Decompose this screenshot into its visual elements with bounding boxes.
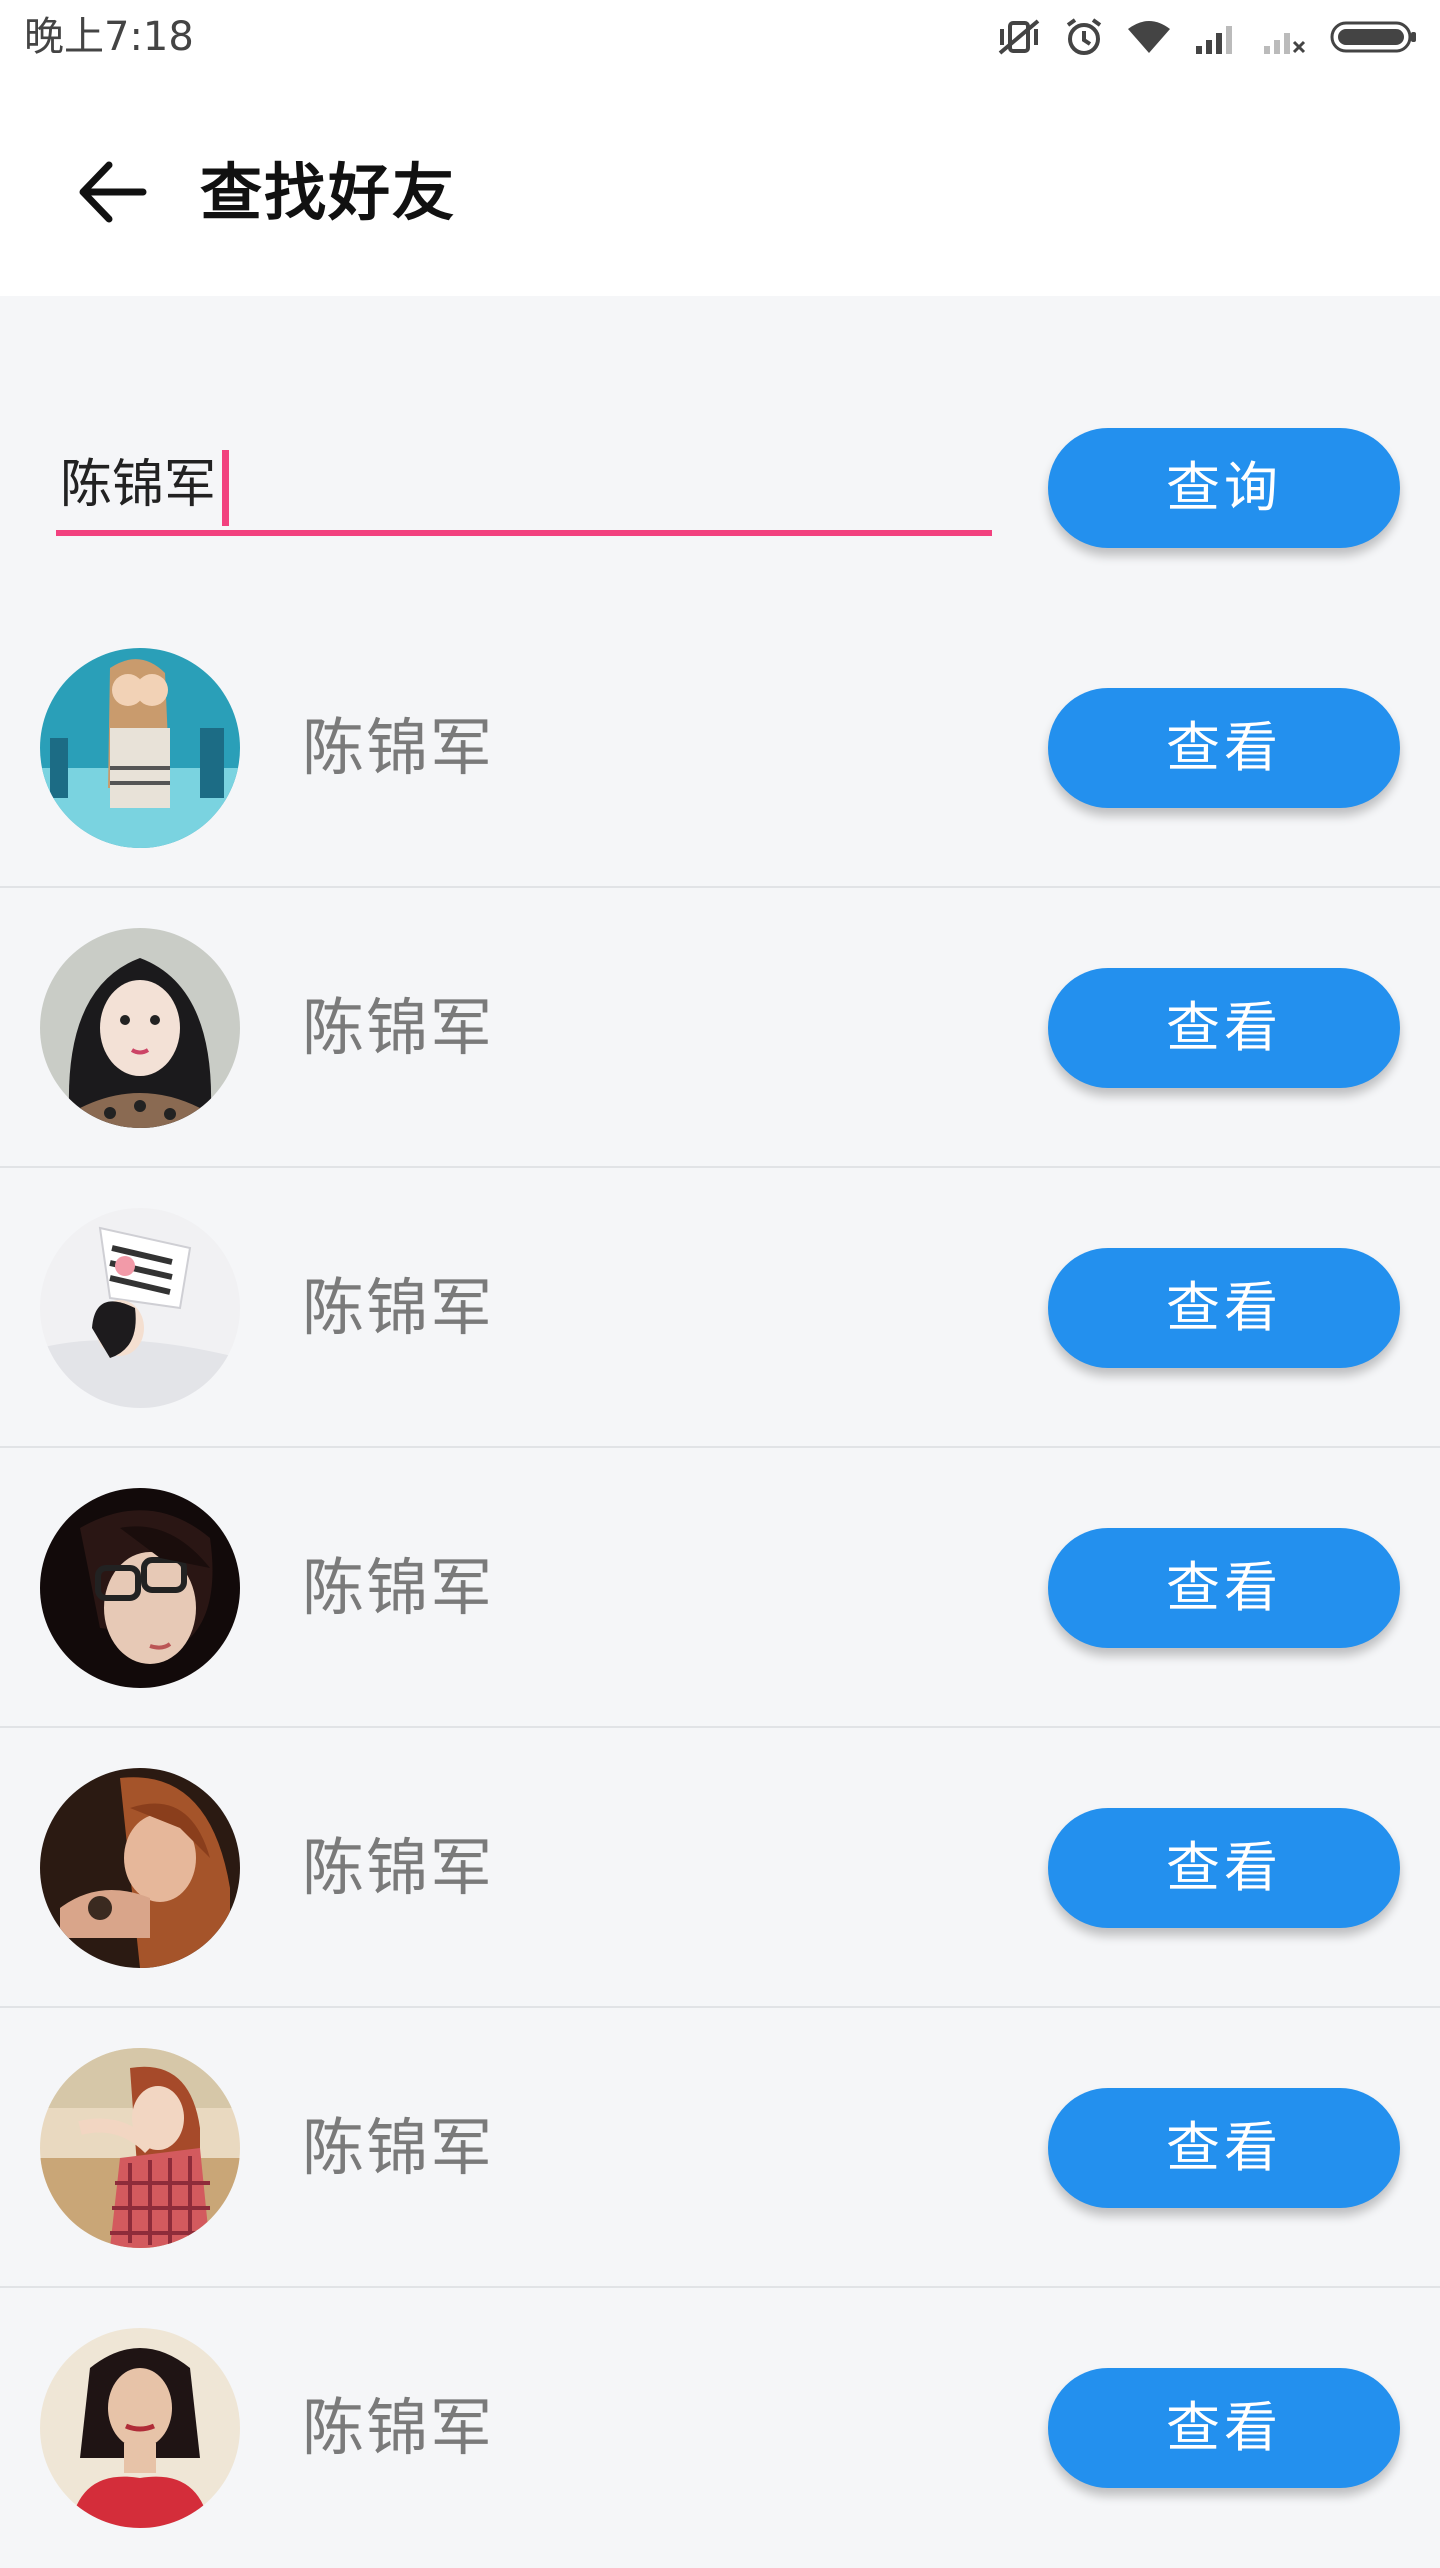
view-button[interactable]: 查看 (1048, 688, 1400, 808)
friend-name: 陈锦军 (302, 1551, 495, 1624)
view-button[interactable]: 查看 (1048, 2088, 1400, 2208)
view-button[interactable]: 查看 (1048, 968, 1400, 1088)
view-button[interactable]: 查看 (1048, 2368, 1400, 2488)
back-button[interactable] (60, 142, 164, 246)
avatar[interactable] (40, 1208, 240, 1408)
friend-name: 陈锦军 (302, 1831, 495, 1904)
avatar[interactable] (40, 1768, 240, 1968)
signal-no-sim-icon (1262, 20, 1308, 54)
search-field[interactable] (56, 442, 992, 538)
avatar[interactable] (40, 928, 240, 1128)
list-item: 陈锦军 查看 (0, 1728, 1440, 2008)
alarm-icon (1064, 17, 1104, 57)
avatar-anime-couple-image (40, 648, 240, 848)
view-button[interactable]: 查看 (1048, 1808, 1400, 1928)
avatar-girl-lying-image (40, 1208, 240, 1408)
vibrate-off-icon (996, 17, 1042, 57)
avatar-girl-plaid-image (40, 2048, 240, 2248)
status-time: 晚上7:18 (24, 14, 194, 60)
friend-name: 陈锦军 (302, 2391, 495, 2464)
avatar[interactable] (40, 1488, 240, 1688)
list-item: 陈锦军 查看 (0, 2008, 1440, 2288)
list-item: 陈锦军 查看 (0, 608, 1440, 888)
friend-name: 陈锦军 (302, 2111, 495, 2184)
view-button[interactable]: 查看 (1048, 1528, 1400, 1648)
text-cursor (222, 450, 229, 526)
status-bar: 晚上7:18 (0, 0, 1440, 74)
search-row: 查询 (0, 296, 1440, 596)
signal-icon (1194, 20, 1240, 54)
avatar[interactable] (40, 2328, 240, 2528)
wifi-icon (1126, 19, 1172, 55)
avatar-girl-dark-hair-image (40, 928, 240, 1128)
list-item: 陈锦军 查看 (0, 2288, 1440, 2568)
search-button[interactable]: 查询 (1048, 428, 1400, 548)
battery-icon (1330, 20, 1418, 54)
arrow-left-icon (77, 159, 147, 229)
status-icons (996, 14, 1418, 60)
avatar[interactable] (40, 648, 240, 848)
list-item: 陈锦军 查看 (0, 1448, 1440, 1728)
search-underline (56, 530, 992, 536)
avatar-woman-red-dress-image (40, 2328, 240, 2528)
search-input[interactable] (56, 442, 992, 528)
avatar[interactable] (40, 2048, 240, 2248)
list-item: 陈锦军 查看 (0, 888, 1440, 1168)
result-list: 陈锦军 查看 陈锦军 查看 陈锦军 查看 陈锦军 查看 陈锦军 查看 陈锦军 查… (0, 608, 1440, 2568)
view-button[interactable]: 查看 (1048, 1248, 1400, 1368)
avatar-girl-red-hair-image (40, 1768, 240, 1968)
page-title: 查找好友 (200, 156, 457, 229)
app-bar: 查找好友 (0, 74, 1440, 296)
friend-name: 陈锦军 (302, 1271, 495, 1344)
list-item: 陈锦军 查看 (0, 1168, 1440, 1448)
avatar-boy-glasses-image (40, 1488, 240, 1688)
friend-name: 陈锦军 (302, 991, 495, 1064)
friend-name: 陈锦军 (302, 711, 495, 784)
